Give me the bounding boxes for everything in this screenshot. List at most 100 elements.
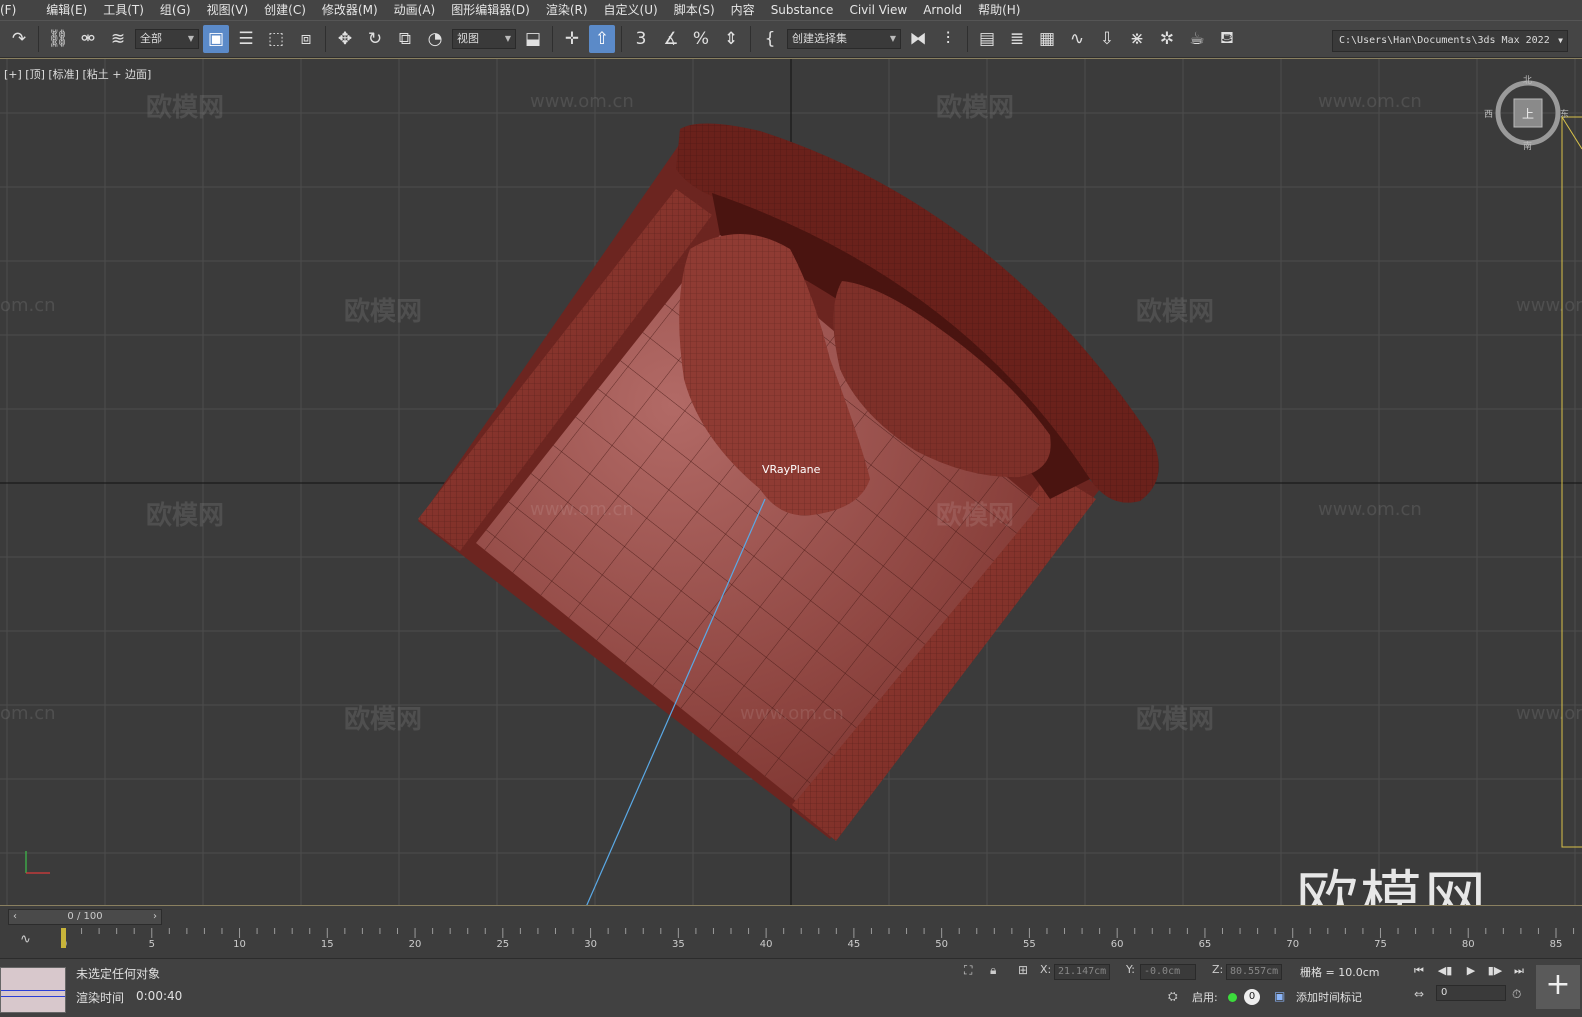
render-setup-icon[interactable]: ☕ (1184, 25, 1210, 53)
selection-filter-dropdown[interactable]: 全部 (135, 29, 199, 49)
viewcube[interactable]: 上 北 南 西 东 (1484, 76, 1569, 152)
link-icon[interactable]: ⛓ (45, 25, 71, 53)
reference-coord-dropdown[interactable]: 视图 (452, 29, 516, 49)
pivot-icon[interactable]: ⬓ (520, 25, 546, 53)
next-frame-icon[interactable]: ▮▶︎ (1484, 962, 1506, 980)
rect-region-icon[interactable]: ⬚ (263, 25, 289, 53)
status-green-dot (1228, 993, 1237, 1002)
time-tag-icon[interactable]: ▣ (1274, 989, 1285, 1003)
viewcube-top-label: 上 (1522, 107, 1535, 121)
x-coord-field[interactable]: 21.147cm (1054, 964, 1110, 980)
schematic-icon[interactable]: ⋇ (1124, 25, 1150, 53)
viewport-label-menu[interactable]: [+] [顶] [标准] [粘土 + 边面] (4, 66, 151, 82)
select-by-name-icon[interactable]: ☰ (233, 25, 259, 53)
selection-status: 未选定任何对象 (76, 967, 161, 981)
menu-item[interactable]: 组(G) (160, 0, 207, 20)
menu-item[interactable]: Arnold (923, 0, 978, 20)
previous-frame-icon[interactable]: ◀︎▮ (1434, 962, 1456, 980)
adaptive-degradation-icon[interactable]: ⛭ (1168, 989, 1178, 1004)
enable-count-badge[interactable]: 0 (1244, 989, 1260, 1005)
maxscript-mini-listener[interactable] (0, 967, 66, 1013)
watermark-url: www.om.cn (530, 91, 634, 112)
menubar: (F) 编辑(E) 工具(T) 组(G) 视图(V) 创建(C) 修改器(M) 动画(A) 图形… (0, 0, 1582, 20)
menu-item[interactable]: 创建(C) (264, 0, 322, 20)
time-prev-arrow[interactable]: ‹ (9, 910, 21, 924)
menu-item[interactable]: 渲染(R) (546, 0, 604, 20)
named-selection-dropdown[interactable]: 创建选择集 (787, 29, 901, 49)
track-tick-label: 15 (320, 939, 334, 950)
menu-item[interactable]: 自定义(U) (604, 0, 674, 20)
selection-lock-icon[interactable]: ✛ (559, 25, 585, 53)
scene-explorer-icon[interactable]: ▤ (974, 25, 1000, 53)
menu-item[interactable]: 工具(T) (103, 0, 160, 20)
select-object-icon[interactable]: ▣ (203, 25, 229, 53)
current-frame-field[interactable]: 0 (1436, 985, 1506, 1001)
toolbar-separator (38, 26, 39, 52)
selection-lock-toggle-icon[interactable]: 🔒︎ (990, 963, 996, 978)
menu-item[interactable]: 内容 (731, 0, 771, 20)
watermark-url-partial: om.cn (0, 295, 56, 316)
track-tick-label: 55 (1023, 939, 1036, 950)
viewcube-east-label: 东 (1560, 110, 1570, 120)
menu-item[interactable]: 动画(A) (394, 0, 452, 20)
percent-snap-icon[interactable]: % (688, 25, 714, 53)
viewport-navigation-icon[interactable]: + (1536, 965, 1580, 1009)
placement-icon[interactable]: ◔ (422, 25, 448, 53)
project-path-dropdown[interactable]: C:\Users\Han\Documents\3ds Max 2022 (1332, 30, 1568, 52)
bind-spacewarp-icon[interactable]: ≋ (105, 25, 131, 53)
menu-item[interactable]: 修改器(M) (322, 0, 394, 20)
align-icon[interactable]: ⫶ (935, 25, 961, 53)
curve-editor-icon[interactable]: ∿ (1064, 25, 1090, 53)
move-icon[interactable]: ✥ (332, 25, 358, 53)
rotate-icon[interactable]: ↻ (362, 25, 388, 53)
z-coord-field[interactable]: 80.557cm (1226, 964, 1282, 980)
spinner-snap-icon[interactable]: ⇕ (718, 25, 744, 53)
menu-item[interactable]: Civil View (849, 0, 923, 20)
absolute-mode-icon[interactable]: ⊞ (1018, 963, 1028, 977)
angle-snap-icon[interactable]: ∡ (658, 25, 684, 53)
add-time-tag-label[interactable]: 添加时间标记 (1296, 989, 1362, 1005)
menu-item[interactable]: Substance (771, 0, 850, 20)
track-tick-label: 80 (1461, 939, 1475, 950)
isolate-selection-icon[interactable]: ⛶ (964, 963, 972, 978)
toolbar-separator (325, 26, 326, 52)
time-slider[interactable]: ‹ 0 / 100 › (0, 906, 1582, 928)
menu-item[interactable]: 图形编辑器(D) (451, 0, 546, 20)
watermark-url: www.om.cn (740, 703, 844, 724)
play-icon[interactable]: ▶ (1460, 962, 1482, 980)
track-tick-label: 60 (1110, 939, 1124, 950)
edit-named-sets-icon[interactable]: { (757, 25, 783, 53)
scale-icon[interactable]: ⧉ (392, 25, 418, 53)
top-viewport[interactable]: [+] [顶] [标准] [粘土 + 边面] 欧模网 www.om.cn 欧模网… (0, 58, 1582, 906)
material-editor-icon[interactable]: ✲ (1154, 25, 1180, 53)
unlink-icon[interactable]: ⚮ (75, 25, 101, 53)
layer-explorer-icon[interactable]: ≣ (1004, 25, 1030, 53)
chair-model[interactable] (418, 123, 1159, 841)
menu-item[interactable]: 帮助(H) (978, 0, 1036, 20)
go-to-end-icon[interactable]: ⏭ (1508, 962, 1530, 980)
window-crossing-icon[interactable]: ⧈ (293, 25, 319, 53)
watermark-text: 欧模网 (344, 705, 423, 735)
go-to-start-icon[interactable]: ⏮ (1408, 962, 1430, 980)
menu-item[interactable]: (F) (0, 0, 46, 20)
snap-toggle-icon[interactable]: 3 (628, 25, 654, 53)
keyboard-shortcut-override-icon[interactable]: ⇧ (589, 25, 615, 53)
render-frame-icon[interactable]: ⛾ (1214, 25, 1240, 53)
redo-icon[interactable]: ↷ (6, 25, 32, 53)
track-tick-label: 10 (233, 939, 246, 950)
track-bar[interactable]: ∿ 0510152025303540455055606570758085 (0, 928, 1582, 958)
key-mode-icon[interactable]: ⇔ (1414, 987, 1424, 1001)
menu-item[interactable]: 视图(V) (207, 0, 265, 20)
menu-item[interactable]: 脚本(S) (674, 0, 731, 20)
track-tick-label: 85 (1549, 939, 1563, 950)
time-next-arrow[interactable]: › (149, 910, 161, 924)
mirror-icon[interactable]: ⧓ (905, 25, 931, 53)
dope-sheet-icon[interactable]: ⇩ (1094, 25, 1120, 53)
menu-item[interactable]: 编辑(E) (46, 0, 103, 20)
ribbon-icon[interactable]: ▦ (1034, 25, 1060, 53)
watermark-url: www.om.cn (1516, 295, 1582, 316)
y-coord-field[interactable]: -0.0cm (1140, 964, 1196, 980)
time-slider-thumb[interactable]: ‹ 0 / 100 › (8, 909, 162, 925)
time-config-icon[interactable]: ⏱ (1512, 987, 1521, 1002)
toolbar-separator (967, 26, 968, 52)
